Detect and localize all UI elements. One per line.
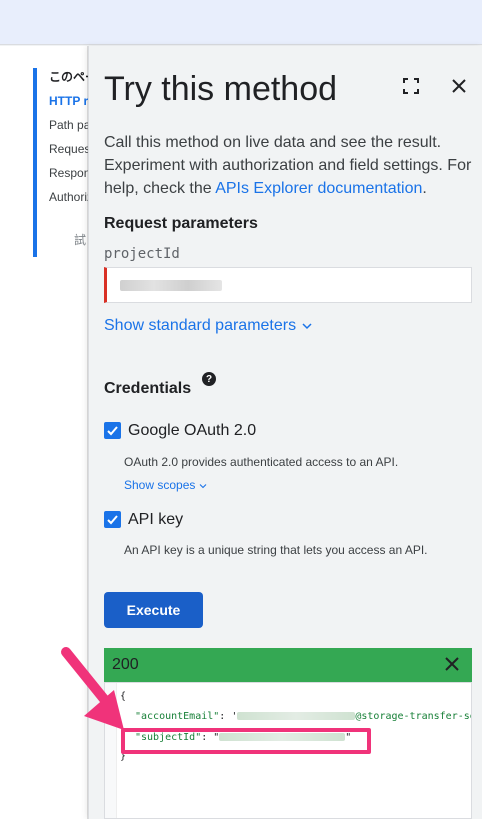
annotation-highlight-box	[121, 728, 371, 754]
annotation-arrow-icon	[61, 647, 124, 730]
